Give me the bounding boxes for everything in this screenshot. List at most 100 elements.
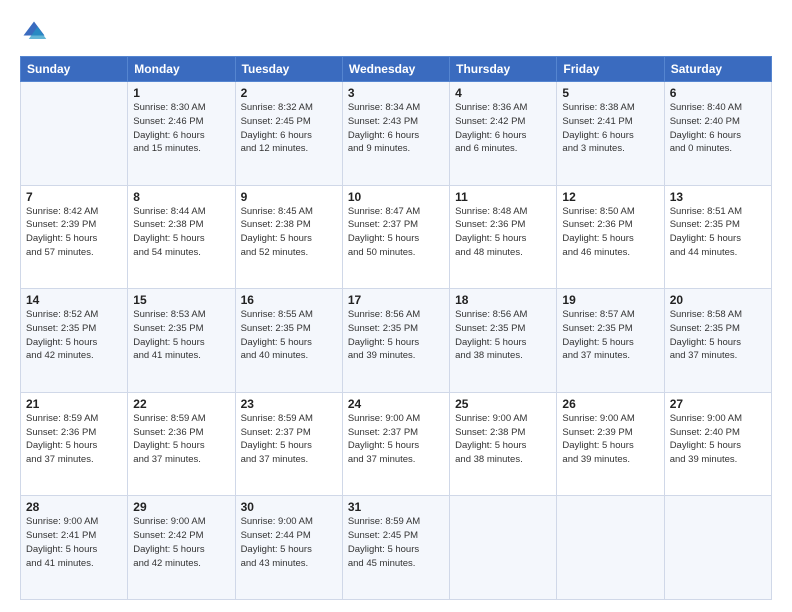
- day-cell: 25Sunrise: 9:00 AM Sunset: 2:38 PM Dayli…: [450, 392, 557, 496]
- day-cell: 31Sunrise: 8:59 AM Sunset: 2:45 PM Dayli…: [342, 496, 449, 600]
- day-info: Sunrise: 9:00 AM Sunset: 2:41 PM Dayligh…: [26, 515, 122, 570]
- day-info: Sunrise: 8:38 AM Sunset: 2:41 PM Dayligh…: [562, 101, 658, 156]
- day-header-thursday: Thursday: [450, 57, 557, 82]
- day-number: 31: [348, 500, 444, 514]
- day-info: Sunrise: 8:47 AM Sunset: 2:37 PM Dayligh…: [348, 205, 444, 260]
- day-number: 13: [670, 190, 766, 204]
- header: [20, 18, 772, 46]
- day-cell: 9Sunrise: 8:45 AM Sunset: 2:38 PM Daylig…: [235, 185, 342, 289]
- day-number: 15: [133, 293, 229, 307]
- day-info: Sunrise: 8:42 AM Sunset: 2:39 PM Dayligh…: [26, 205, 122, 260]
- day-info: Sunrise: 9:00 AM Sunset: 2:37 PM Dayligh…: [348, 412, 444, 467]
- day-cell: 14Sunrise: 8:52 AM Sunset: 2:35 PM Dayli…: [21, 289, 128, 393]
- day-cell: 4Sunrise: 8:36 AM Sunset: 2:42 PM Daylig…: [450, 82, 557, 186]
- day-info: Sunrise: 8:51 AM Sunset: 2:35 PM Dayligh…: [670, 205, 766, 260]
- day-info: Sunrise: 8:59 AM Sunset: 2:36 PM Dayligh…: [26, 412, 122, 467]
- day-cell: 30Sunrise: 9:00 AM Sunset: 2:44 PM Dayli…: [235, 496, 342, 600]
- day-number: 6: [670, 86, 766, 100]
- day-info: Sunrise: 9:00 AM Sunset: 2:40 PM Dayligh…: [670, 412, 766, 467]
- day-number: 11: [455, 190, 551, 204]
- day-header-sunday: Sunday: [21, 57, 128, 82]
- day-info: Sunrise: 8:56 AM Sunset: 2:35 PM Dayligh…: [348, 308, 444, 363]
- day-header-friday: Friday: [557, 57, 664, 82]
- day-info: Sunrise: 8:48 AM Sunset: 2:36 PM Dayligh…: [455, 205, 551, 260]
- day-info: Sunrise: 8:32 AM Sunset: 2:45 PM Dayligh…: [241, 101, 337, 156]
- day-number: 19: [562, 293, 658, 307]
- day-cell: 23Sunrise: 8:59 AM Sunset: 2:37 PM Dayli…: [235, 392, 342, 496]
- day-number: 10: [348, 190, 444, 204]
- day-number: 21: [26, 397, 122, 411]
- day-cell: [450, 496, 557, 600]
- day-header-row: SundayMondayTuesdayWednesdayThursdayFrid…: [21, 57, 772, 82]
- day-cell: 21Sunrise: 8:59 AM Sunset: 2:36 PM Dayli…: [21, 392, 128, 496]
- day-number: 1: [133, 86, 229, 100]
- week-row-5: 28Sunrise: 9:00 AM Sunset: 2:41 PM Dayli…: [21, 496, 772, 600]
- day-cell: 10Sunrise: 8:47 AM Sunset: 2:37 PM Dayli…: [342, 185, 449, 289]
- day-info: Sunrise: 8:36 AM Sunset: 2:42 PM Dayligh…: [455, 101, 551, 156]
- day-number: 17: [348, 293, 444, 307]
- day-header-monday: Monday: [128, 57, 235, 82]
- calendar-table: SundayMondayTuesdayWednesdayThursdayFrid…: [20, 56, 772, 600]
- day-cell: 29Sunrise: 9:00 AM Sunset: 2:42 PM Dayli…: [128, 496, 235, 600]
- day-number: 8: [133, 190, 229, 204]
- day-cell: 1Sunrise: 8:30 AM Sunset: 2:46 PM Daylig…: [128, 82, 235, 186]
- day-cell: 2Sunrise: 8:32 AM Sunset: 2:45 PM Daylig…: [235, 82, 342, 186]
- day-info: Sunrise: 8:30 AM Sunset: 2:46 PM Dayligh…: [133, 101, 229, 156]
- day-number: 2: [241, 86, 337, 100]
- day-cell: 3Sunrise: 8:34 AM Sunset: 2:43 PM Daylig…: [342, 82, 449, 186]
- week-row-4: 21Sunrise: 8:59 AM Sunset: 2:36 PM Dayli…: [21, 392, 772, 496]
- day-info: Sunrise: 8:59 AM Sunset: 2:45 PM Dayligh…: [348, 515, 444, 570]
- day-number: 28: [26, 500, 122, 514]
- day-number: 16: [241, 293, 337, 307]
- day-info: Sunrise: 8:34 AM Sunset: 2:43 PM Dayligh…: [348, 101, 444, 156]
- day-info: Sunrise: 8:44 AM Sunset: 2:38 PM Dayligh…: [133, 205, 229, 260]
- day-cell: 13Sunrise: 8:51 AM Sunset: 2:35 PM Dayli…: [664, 185, 771, 289]
- day-cell: 16Sunrise: 8:55 AM Sunset: 2:35 PM Dayli…: [235, 289, 342, 393]
- day-number: 3: [348, 86, 444, 100]
- day-cell: 17Sunrise: 8:56 AM Sunset: 2:35 PM Dayli…: [342, 289, 449, 393]
- day-number: 26: [562, 397, 658, 411]
- day-number: 23: [241, 397, 337, 411]
- day-header-tuesday: Tuesday: [235, 57, 342, 82]
- day-number: 18: [455, 293, 551, 307]
- logo: [20, 18, 52, 46]
- day-cell: 15Sunrise: 8:53 AM Sunset: 2:35 PM Dayli…: [128, 289, 235, 393]
- day-info: Sunrise: 8:59 AM Sunset: 2:36 PM Dayligh…: [133, 412, 229, 467]
- day-info: Sunrise: 8:56 AM Sunset: 2:35 PM Dayligh…: [455, 308, 551, 363]
- day-cell: 28Sunrise: 9:00 AM Sunset: 2:41 PM Dayli…: [21, 496, 128, 600]
- day-info: Sunrise: 8:55 AM Sunset: 2:35 PM Dayligh…: [241, 308, 337, 363]
- day-info: Sunrise: 8:59 AM Sunset: 2:37 PM Dayligh…: [241, 412, 337, 467]
- day-number: 25: [455, 397, 551, 411]
- day-info: Sunrise: 8:58 AM Sunset: 2:35 PM Dayligh…: [670, 308, 766, 363]
- day-info: Sunrise: 8:40 AM Sunset: 2:40 PM Dayligh…: [670, 101, 766, 156]
- day-cell: 12Sunrise: 8:50 AM Sunset: 2:36 PM Dayli…: [557, 185, 664, 289]
- day-info: Sunrise: 8:45 AM Sunset: 2:38 PM Dayligh…: [241, 205, 337, 260]
- day-cell: [664, 496, 771, 600]
- day-cell: 18Sunrise: 8:56 AM Sunset: 2:35 PM Dayli…: [450, 289, 557, 393]
- day-number: 27: [670, 397, 766, 411]
- day-info: Sunrise: 9:00 AM Sunset: 2:42 PM Dayligh…: [133, 515, 229, 570]
- day-info: Sunrise: 9:00 AM Sunset: 2:38 PM Dayligh…: [455, 412, 551, 467]
- day-number: 14: [26, 293, 122, 307]
- day-number: 5: [562, 86, 658, 100]
- day-cell: 8Sunrise: 8:44 AM Sunset: 2:38 PM Daylig…: [128, 185, 235, 289]
- day-info: Sunrise: 8:50 AM Sunset: 2:36 PM Dayligh…: [562, 205, 658, 260]
- day-cell: 6Sunrise: 8:40 AM Sunset: 2:40 PM Daylig…: [664, 82, 771, 186]
- day-cell: 22Sunrise: 8:59 AM Sunset: 2:36 PM Dayli…: [128, 392, 235, 496]
- day-number: 22: [133, 397, 229, 411]
- day-number: 4: [455, 86, 551, 100]
- day-info: Sunrise: 9:00 AM Sunset: 2:39 PM Dayligh…: [562, 412, 658, 467]
- day-number: 9: [241, 190, 337, 204]
- day-info: Sunrise: 8:53 AM Sunset: 2:35 PM Dayligh…: [133, 308, 229, 363]
- day-cell: 5Sunrise: 8:38 AM Sunset: 2:41 PM Daylig…: [557, 82, 664, 186]
- week-row-1: 1Sunrise: 8:30 AM Sunset: 2:46 PM Daylig…: [21, 82, 772, 186]
- day-number: 7: [26, 190, 122, 204]
- day-info: Sunrise: 8:57 AM Sunset: 2:35 PM Dayligh…: [562, 308, 658, 363]
- day-header-saturday: Saturday: [664, 57, 771, 82]
- day-cell: 24Sunrise: 9:00 AM Sunset: 2:37 PM Dayli…: [342, 392, 449, 496]
- day-cell: 20Sunrise: 8:58 AM Sunset: 2:35 PM Dayli…: [664, 289, 771, 393]
- day-info: Sunrise: 8:52 AM Sunset: 2:35 PM Dayligh…: [26, 308, 122, 363]
- page: SundayMondayTuesdayWednesdayThursdayFrid…: [0, 0, 792, 612]
- day-cell: 27Sunrise: 9:00 AM Sunset: 2:40 PM Dayli…: [664, 392, 771, 496]
- day-cell: 11Sunrise: 8:48 AM Sunset: 2:36 PM Dayli…: [450, 185, 557, 289]
